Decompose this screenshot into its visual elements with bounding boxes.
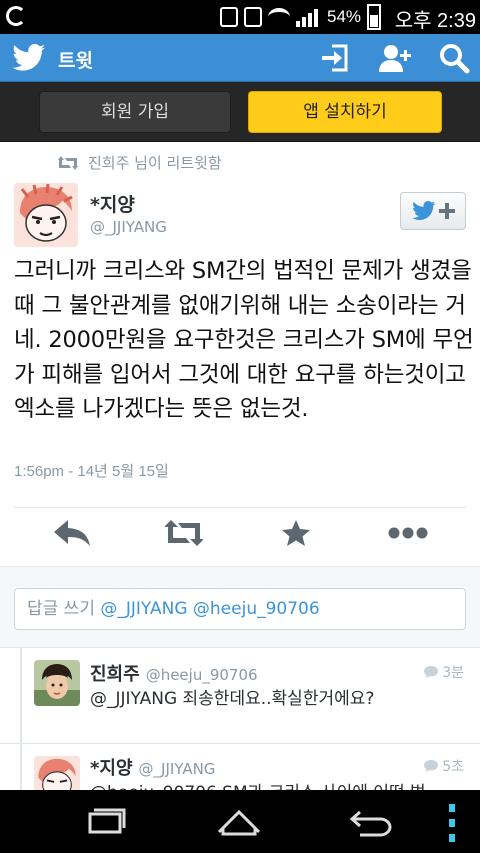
home-icon[interactable] <box>214 804 264 840</box>
twitter-bird-icon[interactable] <box>12 44 46 72</box>
page-title: 트윗 <box>58 50 93 72</box>
reply-placeholder: 답글 쓰기 <box>27 599 95 619</box>
reply-icon[interactable] <box>52 518 92 548</box>
plus-icon <box>439 203 455 219</box>
battery-icon <box>367 4 381 30</box>
retweet-note-text: 진희주 님이 리트윗함 <box>88 154 222 172</box>
reply-mentions: @_JJIYANG @heeju_90706 <box>100 599 320 619</box>
reply-time: 3분 <box>424 662 464 682</box>
tweet-actions <box>0 510 480 556</box>
battery-percent: 54% <box>327 7 362 26</box>
reply-input[interactable]: 답글 쓰기 @_JJIYANG @heeju_90706 <box>14 588 466 630</box>
reply-bubble-icon <box>424 760 439 772</box>
reply-area: 답글 쓰기 @_JJIYANG @heeju_90706 <box>0 566 480 648</box>
system-nav-bar <box>0 790 480 853</box>
retweet-small-icon <box>58 155 78 170</box>
retweet-note: 진희주 님이 리트윗함 <box>58 152 222 173</box>
wifi-icon <box>268 8 290 26</box>
thread-line <box>20 744 22 790</box>
reply-bubble-icon <box>424 666 439 678</box>
join-button[interactable]: 회원 가입 <box>39 91 231 133</box>
tweet-timestamp[interactable]: 1:56pm - 14년 5월 15일 <box>14 460 169 481</box>
sign-in-icon[interactable] <box>318 42 352 74</box>
thread-line <box>20 648 22 744</box>
divider <box>14 507 466 508</box>
reply-author[interactable]: *지양 @_JJIYANG <box>90 754 215 780</box>
menu-icon[interactable] <box>440 804 464 842</box>
author-avatar[interactable] <box>14 183 78 247</box>
tweet-text: 그러니까 크리스와 SM간의 법적인 문제가 생겼을때 그 불안관계를 없애기위… <box>14 258 474 422</box>
reply-author-handle: @heeju_90706 <box>145 666 258 684</box>
signal-icon <box>296 7 318 27</box>
retweet-icon[interactable] <box>164 518 204 548</box>
reply-author[interactable]: 진희주 @heeju_90706 <box>90 660 258 686</box>
reply-item[interactable]: 진희주 @heeju_90706 3분 @_JJIYANG 죄송한데요..확실한거… <box>0 648 480 744</box>
status-time: 오후 2:39 <box>394 10 476 32</box>
reply-avatar[interactable] <box>34 660 80 706</box>
search-icon[interactable] <box>438 42 472 74</box>
recent-apps-icon[interactable] <box>82 804 132 840</box>
reply-author-name: *지양 <box>90 758 133 779</box>
favorite-icon[interactable] <box>276 518 316 548</box>
install-app-button[interactable]: 앱 설치하기 <box>248 91 442 133</box>
reply-author-name: 진희주 <box>90 664 140 685</box>
status-bar: 54% 오후 2:39 <box>0 0 480 34</box>
add-user-icon[interactable] <box>378 42 412 74</box>
vibrate-mode-icon <box>244 7 262 27</box>
reply-text: @_JJIYANG 죄송한데요..확실한거에요? <box>90 689 375 709</box>
g-icon <box>6 6 26 26</box>
follow-button[interactable] <box>400 192 466 230</box>
reply-author-handle: @_JJIYANG <box>138 760 216 778</box>
more-icon[interactable] <box>388 518 428 548</box>
reply-item[interactable]: *지양 @_JJIYANG 5초 @heeju_90706 SM과 크리스 사이에… <box>0 744 480 790</box>
signup-bar: 회원 가입 앱 설치하기 <box>0 82 480 142</box>
reply-avatar[interactable] <box>34 756 80 790</box>
author-name[interactable]: *지양 <box>90 190 135 217</box>
reply-text: @heeju_90706 SM과 크리스 사이에 어떤 법 <box>90 778 426 790</box>
twitter-bird-icon <box>412 201 436 220</box>
back-icon[interactable] <box>346 804 396 840</box>
vibrate-icon <box>220 7 238 27</box>
app-header: 트윗 <box>0 34 480 82</box>
reply-time: 5초 <box>424 756 464 776</box>
author-handle[interactable]: @_JJIYANG <box>90 218 167 236</box>
status-icons <box>220 6 318 28</box>
